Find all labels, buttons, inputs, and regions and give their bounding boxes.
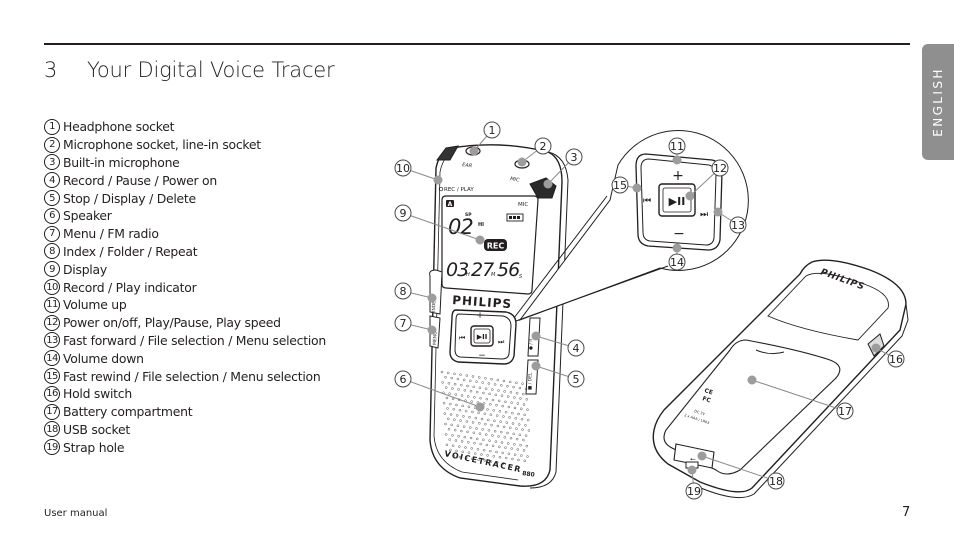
- callout-target-dot: [475, 402, 485, 412]
- time-seconds: 56: [497, 259, 520, 281]
- time-hours-unit: H: [466, 272, 470, 278]
- device-front: [429, 144, 569, 489]
- zoom-rewind-symbol: ⏮: [643, 196, 651, 206]
- callout-target-dot: [531, 331, 541, 341]
- stop-button-label: ■ / DEL: [527, 372, 534, 390]
- callout-number: 10: [396, 162, 410, 175]
- callout-number: 4: [573, 342, 580, 355]
- usb-icon: ⭠: [690, 455, 696, 463]
- screen-hi-label: HI: [478, 222, 484, 228]
- callout-number: 3: [571, 151, 578, 164]
- rec-badge-text: REC: [487, 242, 505, 251]
- callout-target-dot: [685, 191, 695, 201]
- callout-target-dot: [632, 183, 642, 193]
- callout-target-dot: [433, 175, 443, 185]
- folder-letter: A: [448, 201, 453, 208]
- play-pause-symbol: ▶II: [477, 333, 488, 341]
- callout-target-dot: [672, 155, 682, 165]
- zoom-play-pause-symbol: ▶II: [669, 195, 686, 208]
- footer-document-name: User manual: [44, 508, 108, 519]
- callout-target-dot: [713, 207, 723, 217]
- rec-play-label: REC / PLAY: [444, 187, 474, 193]
- callout-target-dot: [871, 343, 881, 353]
- screen-time-readout: 03 H 27 M 56 S: [446, 259, 523, 281]
- callout-number: 16: [889, 353, 903, 366]
- callout-number: 13: [731, 219, 745, 232]
- rewind-symbol: ⏮: [459, 334, 465, 342]
- callout-number: 8: [400, 285, 407, 298]
- callout-target-dot: [531, 361, 541, 371]
- time-minutes-unit: M: [491, 272, 496, 278]
- callout-target-dot: [747, 375, 757, 385]
- callout-target-dot: [543, 179, 553, 189]
- time-hours: 03: [446, 259, 468, 281]
- callout-number: 18: [769, 475, 783, 488]
- footer-page-number: 7: [902, 505, 911, 520]
- forward-symbol: ⏭: [498, 338, 505, 346]
- zoom-forward-symbol: ⏭: [700, 210, 708, 220]
- callout-target-dot: [697, 451, 707, 461]
- callout-target-dot: [469, 146, 479, 156]
- callout-target-dot: [687, 465, 697, 475]
- volume-down-symbol: −: [478, 351, 486, 361]
- callout-number: 11: [670, 140, 684, 153]
- callout-number: 19: [687, 485, 701, 498]
- zoom-volume-down-symbol: −: [673, 226, 685, 242]
- callout-number: 12: [713, 162, 727, 175]
- battery-bar: [513, 216, 516, 219]
- screen-file-number: 02: [448, 215, 473, 239]
- callout-target-dot: [427, 325, 437, 335]
- callout-target-dot: [427, 293, 437, 303]
- callout-number: 15: [613, 179, 627, 192]
- screen-mic-label: MIC: [518, 202, 528, 208]
- callout-number: 9: [400, 207, 407, 220]
- record-button-label: ● / II: [528, 339, 534, 350]
- callout-number: 14: [670, 256, 684, 269]
- callout-number: 6: [400, 373, 407, 386]
- zoom-volume-up-symbol: +: [672, 168, 684, 184]
- battery-bar: [517, 216, 520, 219]
- callout-target-dot: [475, 235, 485, 245]
- callout-target-dot: [672, 243, 682, 253]
- volume-up-symbol: +: [476, 311, 484, 321]
- callout-number: 17: [838, 405, 852, 418]
- callout-number: 2: [540, 140, 547, 153]
- battery-bar: [509, 216, 512, 219]
- device-illustration: EAR MIC REC / PLAY A MIC SP 02 HI REC 03…: [394, 121, 909, 500]
- callout-number: 7: [400, 317, 407, 330]
- callout-target-dot: [517, 157, 527, 167]
- callout-number: 5: [573, 373, 580, 386]
- callout-number: 1: [489, 124, 496, 137]
